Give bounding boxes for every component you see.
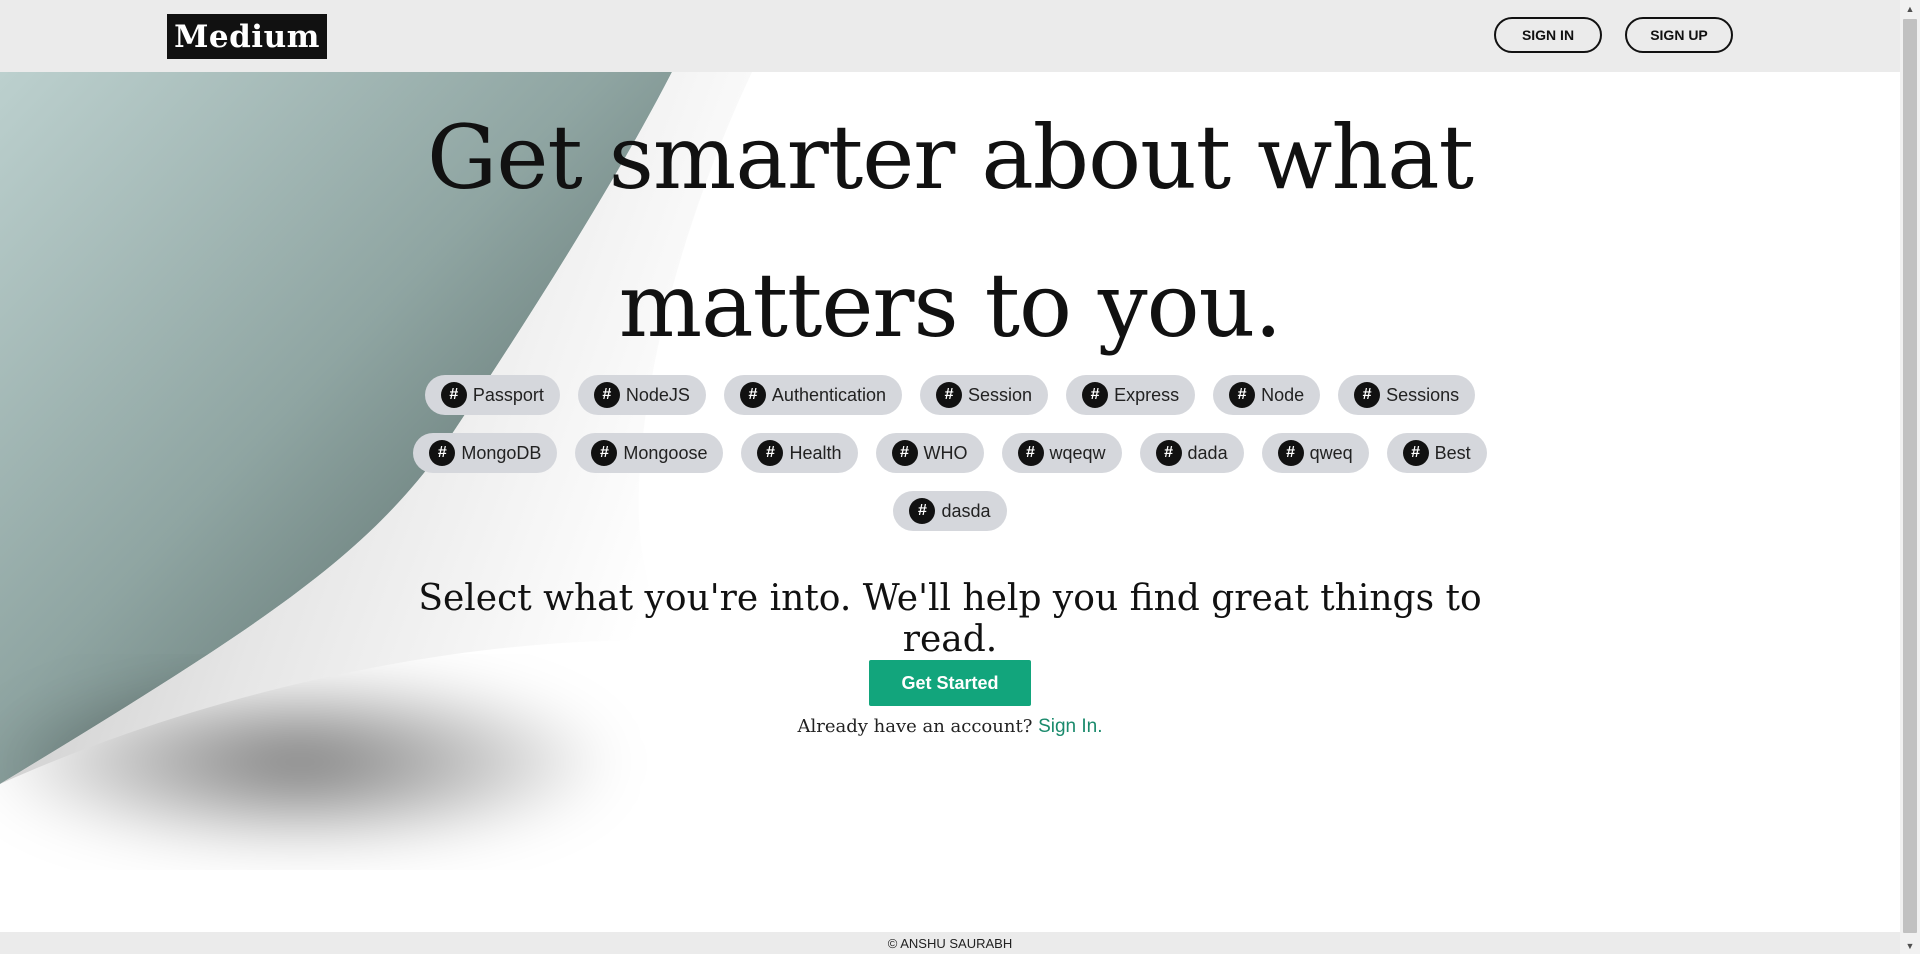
- sign-in-link[interactable]: Sign In.: [1038, 716, 1102, 737]
- hero-subtitle: Select what you're into. We'll help you …: [418, 578, 1482, 660]
- tag-chip[interactable]: # Best: [1386, 433, 1487, 473]
- vertical-scrollbar[interactable]: ▲ ▼: [1900, 0, 1920, 954]
- hashtag-icon: #: [1082, 382, 1109, 408]
- sign-up-button[interactable]: SIGN UP: [1625, 17, 1733, 53]
- hashtag-icon: #: [1155, 440, 1182, 466]
- tag-label: Health: [789, 442, 842, 463]
- scroll-up-icon[interactable]: ▲: [1900, 0, 1920, 17]
- hashtag-icon: #: [1277, 440, 1304, 466]
- tag-chip[interactable]: # WHO: [875, 433, 984, 473]
- tag-label: Mongoose: [623, 442, 708, 463]
- tag-label: Authentication: [771, 384, 887, 405]
- hashtag-icon: #: [1017, 440, 1044, 466]
- hashtag-icon: #: [936, 382, 963, 408]
- scroll-thumb[interactable]: [1903, 19, 1917, 933]
- copyright-text: © ANSHU SAURABH: [887, 935, 1013, 951]
- get-started-button[interactable]: Get Started: [869, 660, 1031, 706]
- hashtag-icon: #: [591, 440, 618, 466]
- tag-chip[interactable]: # Mongoose: [575, 433, 724, 473]
- tag-label: qweq: [1309, 442, 1353, 463]
- tag-chip[interactable]: # NodeJS: [577, 375, 706, 415]
- hero-title: Get smarter about what matters to you.: [427, 106, 1474, 357]
- tag-chip[interactable]: # MongoDB: [413, 433, 558, 473]
- tag-chip[interactable]: # Passport: [424, 375, 560, 415]
- tag-label: Best: [1434, 442, 1471, 463]
- hashtag-icon: #: [739, 382, 766, 408]
- top-navigation-bar: Medium SIGN IN SIGN UP: [0, 0, 1900, 72]
- tag-label: Node: [1261, 384, 1305, 405]
- tag-chip[interactable]: # Sessions: [1338, 375, 1476, 415]
- hashtag-icon: #: [891, 440, 918, 466]
- tag-label: dada: [1187, 442, 1228, 463]
- hashtag-icon: #: [593, 382, 620, 408]
- tag-chip[interactable]: # Express: [1066, 375, 1196, 415]
- tag-chip[interactable]: # Authentication: [723, 375, 903, 415]
- tag-chip[interactable]: # dada: [1139, 433, 1244, 473]
- tag-chip[interactable]: # qweq: [1261, 433, 1369, 473]
- tag-chip[interactable]: # dasda: [893, 491, 1007, 531]
- topic-tag-list: # Passport # NodeJS # Authentication # Sessi…: [390, 375, 1510, 531]
- hashtag-icon: #: [909, 498, 936, 524]
- tag-label: Express: [1114, 384, 1180, 405]
- tag-chip[interactable]: # Health: [741, 433, 858, 473]
- hashtag-icon: #: [757, 440, 784, 466]
- hashtag-icon: #: [1402, 440, 1429, 466]
- tag-label: Sessions: [1386, 384, 1460, 405]
- tag-label: NodeJS: [625, 384, 690, 405]
- hashtag-icon: #: [429, 440, 456, 466]
- footer: © ANSHU SAURABH: [0, 932, 1900, 954]
- tag-chip[interactable]: # Node: [1213, 375, 1321, 415]
- hashtag-icon: #: [440, 382, 467, 408]
- tag-label: wqeqw: [1049, 442, 1106, 463]
- tag-label: WHO: [923, 442, 968, 463]
- tag-chip[interactable]: # Session: [920, 375, 1049, 415]
- medium-logo[interactable]: Medium: [167, 14, 327, 59]
- hashtag-icon: #: [1229, 382, 1256, 408]
- account-prompt-text: Already have an account?: [797, 716, 1033, 737]
- tag-label: MongoDB: [461, 442, 542, 463]
- tag-chip[interactable]: # wqeqw: [1001, 433, 1122, 473]
- sign-in-prompt: Already have an account? Sign In.: [700, 716, 1200, 738]
- scroll-down-icon[interactable]: ▼: [1900, 937, 1920, 954]
- tag-label: Session: [968, 384, 1033, 405]
- tag-label: Passport: [472, 384, 544, 405]
- sign-in-button[interactable]: SIGN IN: [1494, 17, 1602, 53]
- tag-label: dasda: [941, 500, 991, 521]
- hashtag-icon: #: [1354, 382, 1381, 408]
